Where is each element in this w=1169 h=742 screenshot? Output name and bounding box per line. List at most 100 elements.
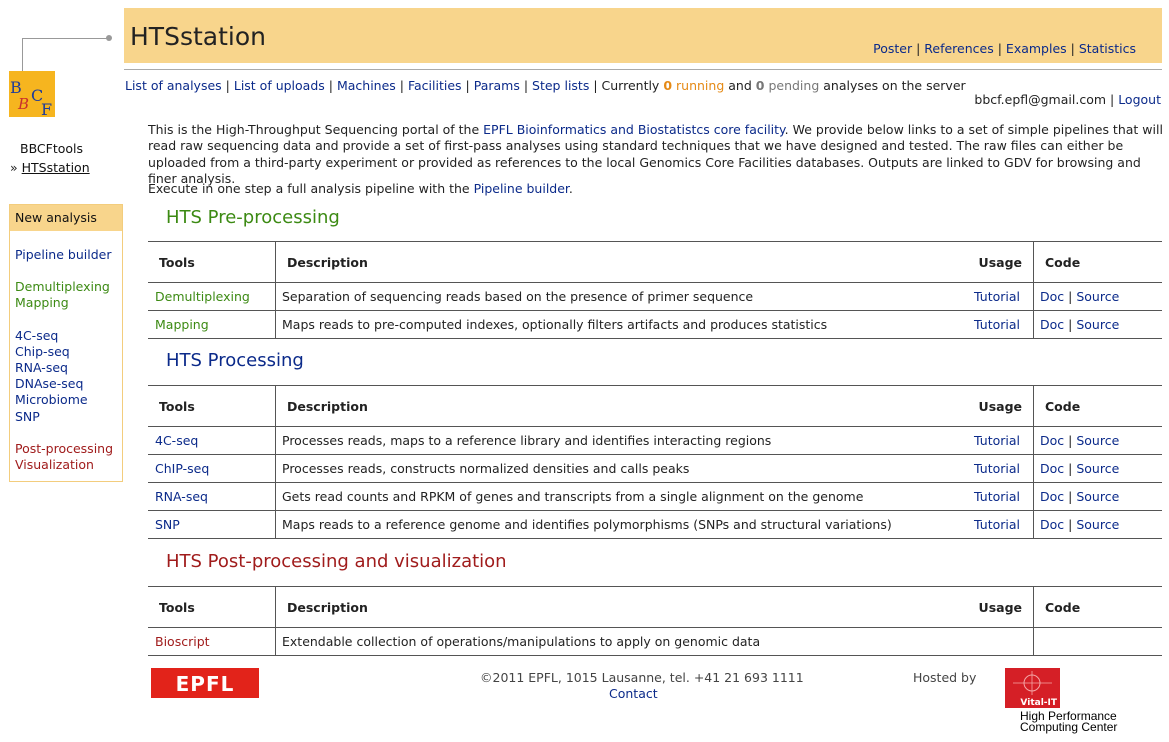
tutorial-link[interactable]: Tutorial	[974, 289, 1020, 304]
table-header-row: Tools Description Usage Code	[148, 385, 1162, 427]
doc-link[interactable]: Doc	[1040, 461, 1064, 476]
nav-facilities[interactable]: Facilities	[408, 78, 462, 93]
doc-link[interactable]: Doc	[1040, 289, 1064, 304]
epfl-logo[interactable]: EPFL	[151, 668, 259, 698]
tool-description: Separation of sequencing reads based on …	[275, 282, 941, 311]
table-row: ChIP-seq Processes reads, constructs norm…	[148, 454, 1162, 483]
nav-machines[interactable]: Machines	[337, 78, 396, 93]
column-header-tools: Tools	[148, 586, 276, 628]
tool-link[interactable]: 4C-seq	[155, 433, 198, 448]
tool-description: Gets read counts and RPKM of genes and t…	[275, 482, 941, 511]
logo-connector-line	[22, 38, 108, 39]
svg-text:EPFL: EPFL	[176, 672, 235, 696]
doc-link[interactable]: Doc	[1040, 489, 1064, 504]
tool-link[interactable]: Mapping	[155, 317, 209, 332]
tutorial-link[interactable]: Tutorial	[974, 489, 1020, 504]
menu-item-visualization[interactable]: Visualization	[15, 457, 122, 473]
menu-item-rna-seq[interactable]: RNA-seq	[15, 360, 122, 376]
menu-item-microbiome[interactable]: Microbiome	[15, 392, 122, 408]
top-link-references[interactable]: References	[924, 41, 993, 56]
tools-table: Tools Description Usage Code 4C-seq Processes…	[148, 385, 1162, 539]
doc-link[interactable]: Doc	[1040, 517, 1064, 532]
tutorial-link[interactable]: Tutorial	[974, 461, 1020, 476]
column-header-description: Description	[275, 586, 941, 628]
column-header-description: Description	[275, 241, 941, 283]
tool-description: Extendable collection of operations/mani…	[275, 627, 941, 656]
top-link-examples[interactable]: Examples	[1006, 41, 1067, 56]
tutorial-link[interactable]: Tutorial	[974, 517, 1020, 532]
user-area: bbcf.epfl@gmail.com | Logout	[974, 92, 1161, 107]
menu-gap	[15, 425, 122, 441]
table-header-row: Tools Description Usage Code	[148, 241, 1162, 283]
source-link[interactable]: Source	[1076, 289, 1119, 304]
tools-table: Tools Description Usage Code Bioscript Extend…	[148, 586, 1162, 656]
doc-link[interactable]: Doc	[1040, 317, 1064, 332]
tutorial-link[interactable]: Tutorial	[974, 433, 1020, 448]
logout-link[interactable]: Logout	[1118, 92, 1161, 107]
tool-link[interactable]: RNA-seq	[155, 489, 208, 504]
contact-link[interactable]: Contact	[609, 686, 658, 701]
status-suffix: analyses on the server	[823, 78, 966, 93]
column-header-usage: Usage	[941, 241, 1034, 283]
source-link[interactable]: Source	[1076, 433, 1119, 448]
source-link[interactable]: Source	[1076, 461, 1119, 476]
vital-it-logo[interactable]: Vital-IT	[1005, 668, 1060, 708]
column-header-tools: Tools	[148, 385, 276, 427]
table-row: 4C-seq Processes reads, maps to a referen…	[148, 426, 1162, 455]
side-link-htsstation[interactable]: » HTSstation	[10, 158, 90, 177]
menu-item-dnase-seq[interactable]: DNAse-seq	[15, 376, 122, 392]
column-header-code: Code	[1033, 586, 1162, 628]
current-marker: »	[10, 160, 18, 175]
column-header-tools: Tools	[148, 241, 276, 283]
execute-text: Execute in one step a full analysis pipe…	[148, 181, 474, 196]
menu-item-mapping[interactable]: Mapping	[15, 295, 122, 311]
source-link[interactable]: Source	[1076, 317, 1119, 332]
menu-item-4c-seq[interactable]: 4C-seq	[15, 328, 122, 344]
column-header-code: Code	[1033, 241, 1162, 283]
hpc-text: High Performance Computing Center	[1020, 710, 1118, 734]
intro-paragraph: This is the High-Throughput Sequencing p…	[148, 122, 1163, 187]
doc-link[interactable]: Doc	[1040, 433, 1064, 448]
svg-text:F: F	[41, 100, 52, 117]
side-link-bbcftools[interactable]: BBCFtools	[10, 139, 90, 158]
hpc-line-2: Computing Center	[1020, 720, 1118, 734]
top-link-statistics[interactable]: Statistics	[1079, 41, 1136, 56]
source-link[interactable]: Source	[1076, 489, 1119, 504]
menu-item-snp[interactable]: SNP	[15, 409, 122, 425]
section-title: HTS Post-processing and visualization	[166, 551, 507, 572]
table-row: Bioscript Extendable collection of operat…	[148, 627, 1162, 656]
menu-item-pipeline-builder[interactable]: Pipeline builder	[15, 247, 122, 263]
nav-step-lists[interactable]: Step lists	[532, 78, 589, 93]
nav-params[interactable]: Params	[474, 78, 520, 93]
menu-gap	[15, 263, 122, 279]
status-and: and	[728, 78, 752, 93]
section-title: HTS Pre-processing	[166, 207, 340, 228]
new-analysis-menu: New analysis Pipeline builder Demultiplex…	[9, 204, 123, 482]
column-header-usage: Usage	[941, 385, 1034, 427]
tool-description: Processes reads, constructs normalized d…	[275, 454, 941, 483]
tool-link[interactable]: ChIP-seq	[155, 461, 209, 476]
tutorial-link[interactable]: Tutorial	[974, 317, 1020, 332]
bbcf-logo[interactable]: B B C F	[9, 71, 55, 117]
menu-item-chip-seq[interactable]: Chip-seq	[15, 344, 122, 360]
menu-item-post-processing[interactable]: Post-processing	[15, 441, 122, 457]
logo-connector-line-vertical	[22, 38, 23, 71]
site-switcher: BBCFtools » HTSstation	[10, 139, 90, 177]
tool-link[interactable]: SNP	[155, 517, 180, 532]
top-link-poster[interactable]: Poster	[873, 41, 912, 56]
table-row: Demultiplexing Separation of sequencing r…	[148, 282, 1162, 311]
header-divider	[124, 69, 1162, 70]
footer-copyright: ©2011 EPFL, 1015 Lausanne, tel. +41 21 6…	[480, 670, 804, 685]
nav-list-of-analyses[interactable]: List of analyses	[125, 78, 222, 93]
tool-link[interactable]: Demultiplexing	[155, 289, 250, 304]
pipeline-builder-link[interactable]: Pipeline builder	[474, 181, 569, 196]
section-title: HTS Processing	[166, 350, 304, 371]
tool-link[interactable]: Bioscript	[155, 634, 210, 649]
nav-list-of-uploads[interactable]: List of uploads	[234, 78, 325, 93]
tools-table: Tools Description Usage Code Demultiplexing S…	[148, 241, 1162, 339]
menu-item-demultiplexing[interactable]: Demultiplexing	[15, 279, 122, 295]
logo-connector-dot	[106, 35, 112, 41]
source-link[interactable]: Source	[1076, 517, 1119, 532]
bbcf-facility-link[interactable]: EPFL Bioinformatics and Biostatistcs cor…	[483, 122, 785, 137]
pending-label: pending	[768, 78, 820, 93]
